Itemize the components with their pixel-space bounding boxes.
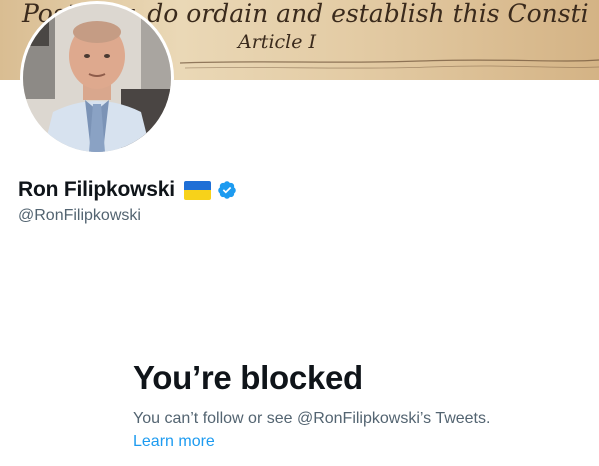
banner-article-heading: Article I bbox=[236, 31, 317, 53]
blocked-title: You’re blocked bbox=[133, 359, 363, 396]
avatar-photo bbox=[23, 4, 171, 152]
profile-page: Posterity, do ordain and establish this … bbox=[0, 0, 599, 466]
learn-more-link[interactable]: Learn more bbox=[133, 432, 215, 452]
verified-badge-icon[interactable] bbox=[217, 180, 237, 200]
profile-name-row: Ron Filipkowski bbox=[18, 177, 237, 203]
ukraine-flag-icon bbox=[183, 180, 211, 200]
profile-display-name: Ron Filipkowski bbox=[18, 178, 175, 201]
profile-avatar[interactable] bbox=[20, 1, 174, 155]
blocked-description: You can’t follow or see @RonFilipkowski’… bbox=[133, 410, 491, 427]
profile-handle: @RonFilipkowski bbox=[18, 207, 141, 224]
